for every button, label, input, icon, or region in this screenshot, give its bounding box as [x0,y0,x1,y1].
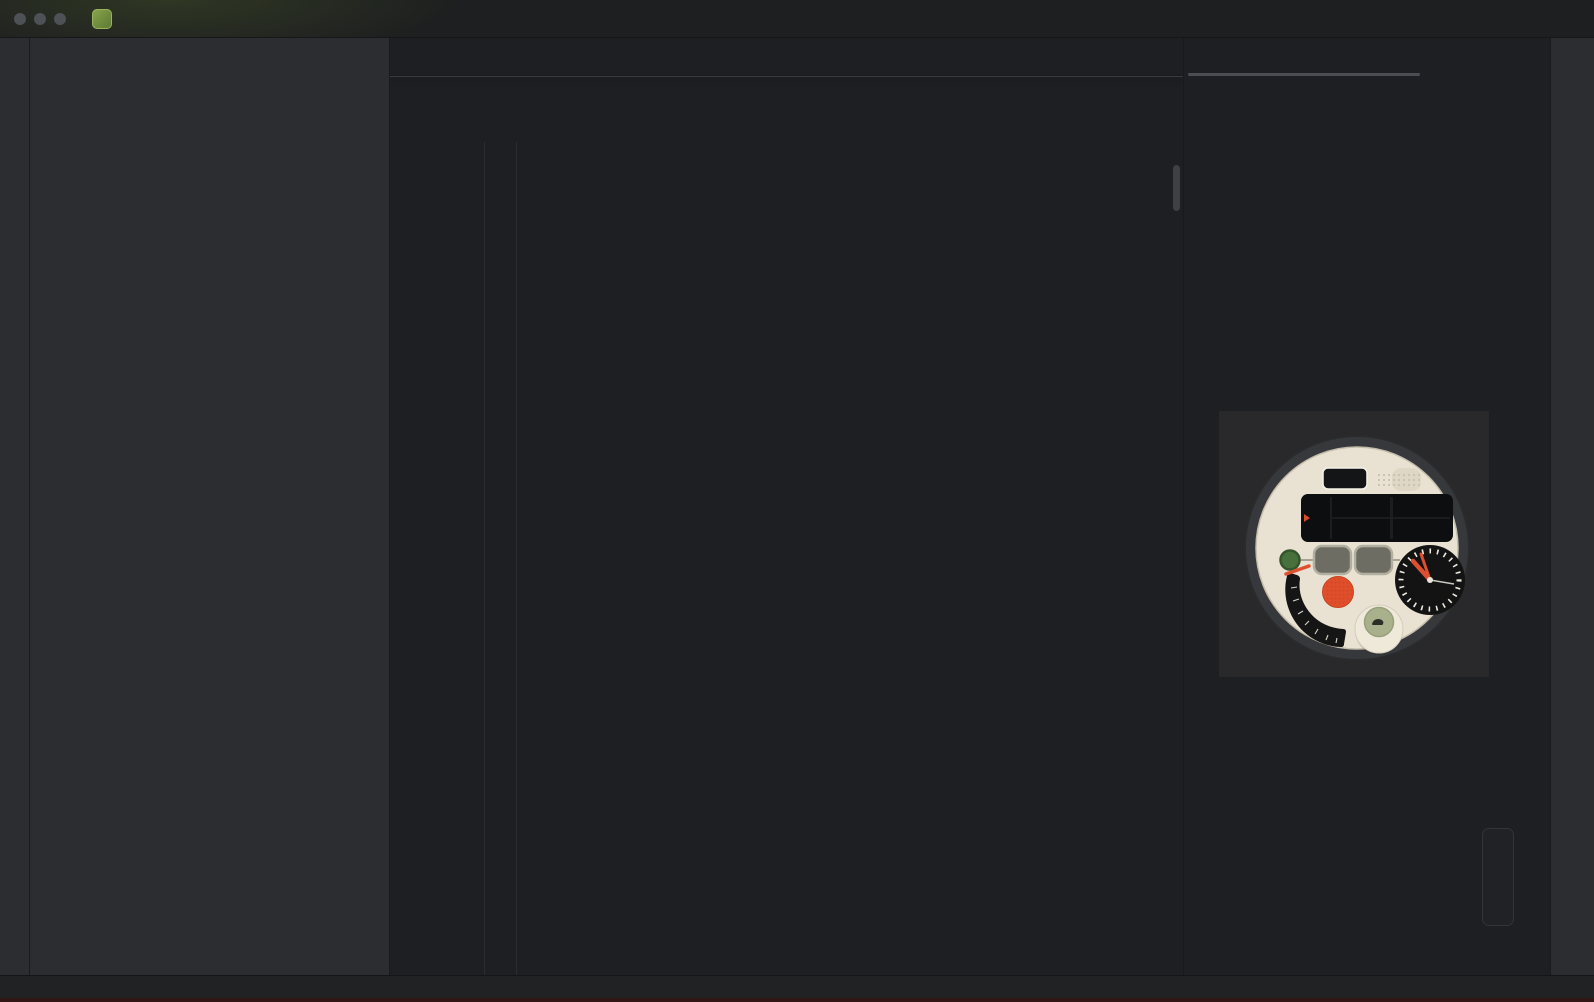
profiler-button[interactable] [1429,9,1448,28]
inspections-ok-icon[interactable] [1153,83,1168,98]
run-configuration-selector[interactable] [1205,6,1257,31]
device-selector[interactable] [1143,6,1195,31]
watch-icon [1211,10,1228,27]
right-tool-strip [1550,38,1594,975]
indent-guide [516,142,517,975]
time-display [1301,494,1453,542]
project-switcher[interactable] [86,5,143,33]
year-complication [1322,467,1368,490]
window-close-button[interactable] [14,12,26,25]
title-bar [0,0,1594,38]
device-icon [1149,10,1166,27]
chevron-down-icon [124,12,137,25]
window-minimize-button[interactable] [34,12,46,25]
gradle-sync-button[interactable] [1462,9,1481,28]
project-panel [30,38,390,975]
sticky-lines [390,76,1183,77]
run-button[interactable] [1267,9,1286,28]
device-tab-icon [1194,49,1211,66]
zoom-out-button[interactable] [1490,864,1507,881]
left-tool-strip [0,38,30,975]
code-editor[interactable] [390,76,1183,975]
zoom-controls [1482,828,1514,926]
open-in-window-button[interactable] [1465,49,1482,66]
panel-options-button[interactable] [1494,49,1511,66]
editor-scrollbar[interactable] [1173,165,1180,211]
status-bar [0,975,1594,998]
add-device-button[interactable] [1436,49,1453,66]
editor-area [390,38,1183,975]
error-badge[interactable] [1566,980,1581,995]
settings-button[interactable] [1528,9,1547,28]
zoom-fit-button[interactable] [1490,899,1507,916]
steps-complication [1354,604,1404,655]
header-scroll-indicator[interactable] [1188,73,1420,76]
status-dot [1279,549,1301,571]
window-zoom-button[interactable] [54,12,66,25]
watch-face [1244,435,1470,661]
search-everywhere-button[interactable] [1495,9,1514,28]
month-chip [1312,544,1353,576]
project-badge [92,8,112,29]
more-actions-button[interactable] [1333,10,1350,27]
build-button[interactable] [1396,9,1415,28]
vcs-menu[interactable] [151,8,181,29]
chevron-down-icon [162,12,175,25]
emulator-display[interactable] [1219,411,1489,677]
project-view-selector[interactable] [30,38,389,76]
grille-dots [1375,471,1422,489]
account-avatar[interactable] [1561,9,1580,28]
close-device-tab-icon[interactable] [1223,50,1238,65]
weekday-subdial [1395,545,1465,615]
window-bottom-edge [0,998,1594,1002]
device-toolbar [1184,76,1550,87]
plugin-tag-icon[interactable] [1491,980,1506,995]
chevron-down-icon [1176,12,1189,25]
indent-guide [484,142,485,975]
debug-button[interactable] [1300,9,1319,28]
day-chip [1353,544,1394,576]
running-devices-panel [1183,38,1550,975]
editor-tab-bar [390,38,1183,76]
hide-panel-button[interactable] [1523,49,1540,66]
device-toolbar-row2 [1184,87,1550,95]
chevron-down-icon [1238,12,1251,25]
zoom-in-button[interactable] [1490,838,1507,855]
chevron-down-icon [52,51,65,64]
lock-icon[interactable] [1536,980,1551,995]
window-controls[interactable] [14,12,66,25]
orange-complication [1322,576,1354,608]
